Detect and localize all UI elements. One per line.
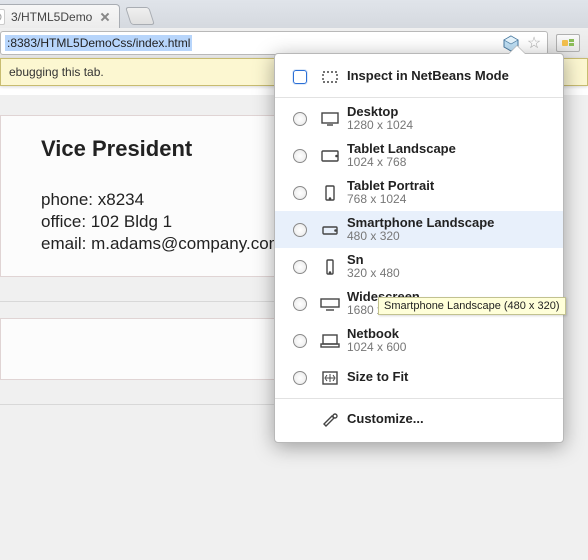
bookmark-star-icon[interactable]: ☆: [525, 34, 543, 52]
inspect-netbeans-row[interactable]: Inspect in NetBeans Mode: [275, 58, 563, 95]
customize-row[interactable]: Customize...: [275, 401, 563, 438]
radio[interactable]: [293, 334, 307, 348]
radio[interactable]: [293, 186, 307, 200]
netbook-icon: [313, 333, 347, 349]
item-sub: 320 x 480: [347, 267, 551, 280]
office-value: 102 Bldg 1: [91, 212, 172, 231]
inspect-label: Inspect in NetBeans Mode: [347, 69, 551, 83]
size-to-fit-row[interactable]: Size to Fit: [275, 359, 563, 396]
size-tablet-landscape-row[interactable]: Tablet Landscape 1024 x 768: [275, 137, 563, 174]
new-tab-button[interactable]: [125, 7, 155, 25]
item-label: Sn: [347, 253, 551, 267]
email-label: email:: [41, 234, 86, 253]
tooltip: Smartphone Landscape (480 x 320): [378, 297, 566, 315]
item-label: Smartphone Landscape: [347, 216, 551, 230]
close-tab-icon[interactable]: [99, 11, 111, 23]
tab-title: 3/HTML5Demo: [11, 10, 99, 24]
customize-label: Customize...: [347, 412, 551, 426]
selection-icon: [313, 69, 347, 85]
size-tablet-portrait-row[interactable]: Tablet Portrait 768 x 1024: [275, 174, 563, 211]
tab-strip: 3/HTML5Demo: [0, 0, 588, 28]
infobar-text: ebugging this tab.: [9, 65, 104, 79]
separator: [275, 97, 563, 98]
phone-value: x8234: [98, 190, 144, 209]
item-label: Tablet Landscape: [347, 142, 551, 156]
size-netbook-row[interactable]: Netbook 1024 x 600: [275, 322, 563, 359]
desktop-icon: [313, 111, 347, 127]
radio[interactable]: [293, 297, 307, 311]
item-sub: 768 x 1024: [347, 193, 551, 206]
tools-icon: [313, 412, 347, 428]
item-sub: 1024 x 600: [347, 341, 551, 354]
resize-dropdown: Inspect in NetBeans Mode Desktop 1280 x …: [274, 53, 564, 443]
size-to-fit-label: Size to Fit: [347, 370, 551, 384]
widescreen-icon: [313, 296, 347, 312]
tablet-landscape-icon: [313, 148, 347, 164]
size-desktop-row[interactable]: Desktop 1280 x 1024: [275, 100, 563, 137]
url-text: :8383/HTML5DemoCss/index.html: [5, 35, 192, 51]
item-label: Netbook: [347, 327, 551, 341]
item-label: Desktop: [347, 105, 551, 119]
radio[interactable]: [293, 223, 307, 237]
item-sub: 1024 x 768: [347, 156, 551, 169]
inspect-checkbox[interactable]: [293, 70, 307, 84]
separator: [275, 398, 563, 399]
page-favicon: [0, 9, 5, 25]
size-smartphone-landscape-row[interactable]: Smartphone Landscape 480 x 320: [275, 211, 563, 248]
fit-icon: [313, 370, 347, 386]
radio[interactable]: [293, 112, 307, 126]
smartphone-landscape-icon: [313, 222, 347, 238]
tablet-portrait-icon: [313, 185, 347, 201]
phone-label: phone:: [41, 190, 93, 209]
radio[interactable]: [293, 371, 307, 385]
item-sub: 1280 x 1024: [347, 119, 551, 132]
office-label: office:: [41, 212, 86, 231]
smartphone-portrait-icon: [313, 259, 347, 275]
radio[interactable]: [293, 149, 307, 163]
url-bar[interactable]: :8383/HTML5DemoCss/index.html ☆: [0, 31, 548, 55]
extension-button[interactable]: [556, 34, 580, 52]
email-value: m.adams@company.com: [91, 234, 283, 253]
item-label: Tablet Portrait: [347, 179, 551, 193]
radio[interactable]: [293, 260, 307, 274]
size-smartphone-portrait-row[interactable]: Sn 320 x 480: [275, 248, 563, 285]
browser-tab[interactable]: 3/HTML5Demo: [0, 4, 120, 28]
item-sub: 480 x 320: [347, 230, 551, 243]
